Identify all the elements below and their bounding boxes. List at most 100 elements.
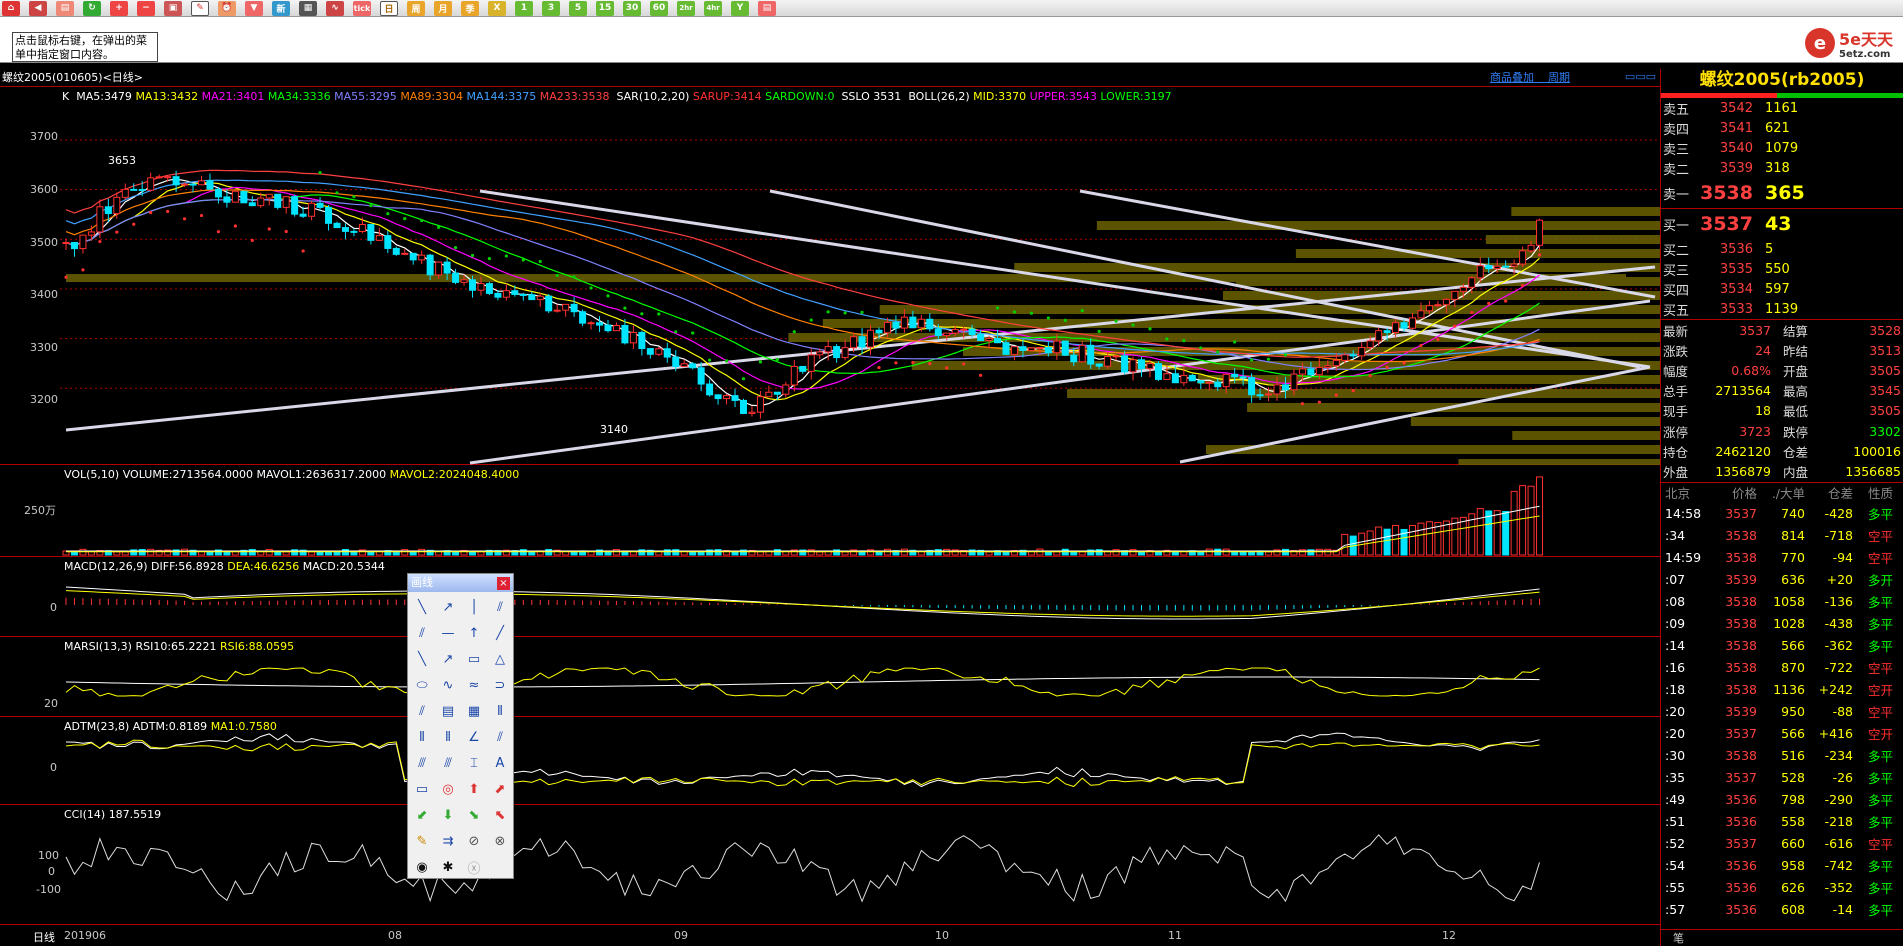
- settings-icon[interactable]: ✱: [435, 854, 461, 880]
- month-icon[interactable]: 月: [434, 0, 452, 16]
- marsi-pane[interactable]: MARSI(13,3) RSI10:65.2221 RSI6:88.0595 2…: [0, 637, 1660, 717]
- fibonacci-fan-icon[interactable]: ⫽: [409, 698, 435, 724]
- sine-icon[interactable]: ∿: [435, 672, 461, 698]
- ask-row[interactable]: 卖一 3538 365: [1661, 178, 1903, 208]
- parallel-channel-icon[interactable]: ⫽: [409, 620, 435, 646]
- trade-row[interactable]: :08 3538 1058 -136 多平: [1661, 591, 1903, 613]
- target-icon[interactable]: ◎: [435, 776, 461, 802]
- time-zone-icon[interactable]: ⦀: [409, 724, 435, 750]
- ask-row[interactable]: 卖四 3541 621: [1661, 118, 1903, 138]
- price-chart[interactable]: [0, 87, 1660, 465]
- overlay-commodity-link[interactable]: 商品叠加: [1490, 71, 1534, 84]
- four-hour-icon[interactable]: 4hr: [704, 0, 722, 16]
- trade-row[interactable]: :35 3537 528 -26 多平: [1661, 767, 1903, 789]
- regression-icon[interactable]: ⌶: [461, 750, 487, 776]
- eye-icon[interactable]: ◉: [409, 854, 435, 880]
- draw-icon[interactable]: ✎: [191, 0, 209, 16]
- draw-tools-panel[interactable]: 画线 × ╲ ↗ │ ⫽ ⫽ — ↑ ╱ ╲ ↗ ▭ △ ⬭ ∿ ≈ ⊃ ⫽ ▤ ▦ ⦀ ⦀ ⦀ ∠ ⫽ ⫻ ⫻ ⌶ A ▭ ◎ ⬆ ⬈ ⬋ ⬇ ⬊…: [407, 573, 514, 879]
- period-label[interactable]: 日线: [33, 929, 55, 945]
- marsi-chart[interactable]: [0, 637, 1660, 717]
- text-icon[interactable]: A: [487, 750, 513, 776]
- chart-area[interactable]: K MA5:3479 MA13:3432 MA21:3401 MA34:3336…: [0, 86, 1660, 926]
- bid-row[interactable]: 买五 3533 1139: [1661, 299, 1903, 319]
- macd-pane[interactable]: MACD(12,26,9) DIFF:56.8928 DEA:46.6256 M…: [0, 557, 1660, 637]
- down-right-arrow-icon[interactable]: ⬊: [461, 802, 487, 828]
- two-hour-icon[interactable]: 2hr: [677, 0, 695, 16]
- five-min-icon[interactable]: 5: [569, 0, 587, 16]
- down-arrow-icon[interactable]: ⬇: [435, 802, 461, 828]
- tick-icon[interactable]: tick: [353, 0, 371, 16]
- trade-row[interactable]: :07 3539 636 +20 多开: [1661, 569, 1903, 591]
- trade-row[interactable]: :54 3536 958 -742 多平: [1661, 855, 1903, 877]
- calc-icon[interactable]: ▤: [758, 0, 776, 16]
- x-icon[interactable]: X: [488, 0, 506, 16]
- adtm-chart[interactable]: [0, 717, 1660, 805]
- one-min-icon[interactable]: 1: [515, 0, 533, 16]
- window-icon[interactable]: ▣: [164, 0, 182, 16]
- trade-row[interactable]: :30 3538 516 -234 多平: [1661, 745, 1903, 767]
- trade-row[interactable]: :49 3536 798 -290 多平: [1661, 789, 1903, 811]
- ray-icon[interactable]: ↗: [435, 594, 461, 620]
- day-icon[interactable]: 日: [380, 0, 398, 16]
- rectangle-icon[interactable]: ▭: [461, 646, 487, 672]
- trade-row[interactable]: :18 3538 1136 +242 空开: [1661, 679, 1903, 701]
- close-icon[interactable]: ×: [497, 577, 510, 590]
- arrow-line-icon[interactable]: ↗: [435, 646, 461, 672]
- percent-icon[interactable]: ⦀: [435, 724, 461, 750]
- fifteen-min-icon[interactable]: 15: [596, 0, 614, 16]
- wave-icon[interactable]: ≈: [461, 672, 487, 698]
- adtm-pane[interactable]: ADTM(23,8) ADTM:0.8189 MA1:0.7580 0: [0, 717, 1660, 805]
- diagonal-icon[interactable]: ╲: [409, 646, 435, 672]
- new-icon[interactable]: 新: [272, 0, 290, 16]
- macd-chart[interactable]: [0, 557, 1660, 637]
- price-label-icon[interactable]: ⇉: [435, 828, 461, 854]
- horizontal-line-icon[interactable]: —: [435, 620, 461, 646]
- thirty-min-icon[interactable]: 30: [623, 0, 641, 16]
- table-icon[interactable]: ▦: [299, 0, 317, 16]
- ask-row[interactable]: 卖二 3539 318: [1661, 158, 1903, 178]
- bid-row[interactable]: 买三 3535 550: [1661, 259, 1903, 279]
- alarm-icon[interactable]: ⏰: [218, 0, 236, 16]
- ask-row[interactable]: 卖三 3540 1079: [1661, 138, 1903, 158]
- highlighter-icon[interactable]: ✎: [409, 828, 435, 854]
- trade-row[interactable]: :57 3536 608 -14 多平: [1661, 899, 1903, 921]
- bid-row[interactable]: 买二 3536 5: [1661, 239, 1903, 259]
- vertical-ray-icon[interactable]: │: [461, 594, 487, 620]
- parallel-icon[interactable]: ⫽: [487, 594, 513, 620]
- volume-pane[interactable]: VOL(5,10) VOLUME:2713564.0000 MAVOL1:263…: [0, 465, 1660, 557]
- angle-icon[interactable]: ∠: [461, 724, 487, 750]
- trade-row[interactable]: :16 3538 870 -722 空平: [1661, 657, 1903, 679]
- filter-icon[interactable]: ▼: [245, 0, 263, 16]
- price-pane[interactable]: K MA5:3479 MA13:3432 MA21:3401 MA34:3336…: [0, 87, 1660, 465]
- andrew-icon[interactable]: ⫻: [435, 750, 461, 776]
- channel-icon[interactable]: ⫻: [409, 750, 435, 776]
- hide-icon[interactable]: ⊘: [461, 828, 487, 854]
- home-icon[interactable]: ⌂: [2, 0, 20, 16]
- back-icon[interactable]: ◀: [29, 0, 47, 16]
- delete-icon[interactable]: ⓧ: [461, 854, 487, 880]
- arc-icon[interactable]: ⊃: [487, 672, 513, 698]
- news-icon[interactable]: ▤: [56, 0, 74, 16]
- zoom-in-icon[interactable]: +: [110, 0, 128, 16]
- trade-row[interactable]: :52 3537 660 -616 空平: [1661, 833, 1903, 855]
- three-min-icon[interactable]: 3: [542, 0, 560, 16]
- fibonacci-icon[interactable]: ▤: [435, 698, 461, 724]
- trade-row[interactable]: :34 3538 814 -718 空平: [1661, 525, 1903, 547]
- line-segment-icon[interactable]: ╲: [409, 594, 435, 620]
- window-buttons[interactable]: ▭▭▭: [1625, 70, 1656, 83]
- trend-line-icon[interactable]: ╱: [487, 620, 513, 646]
- up-arrow-icon[interactable]: ⬆: [461, 776, 487, 802]
- zoom-out-icon[interactable]: −: [137, 0, 155, 16]
- bid-row[interactable]: 买一 3537 43: [1661, 209, 1903, 239]
- period-link[interactable]: 周期: [1548, 71, 1570, 84]
- show-icon[interactable]: ⊗: [487, 828, 513, 854]
- chart-icon[interactable]: ∿: [326, 0, 344, 16]
- cci-chart[interactable]: [0, 805, 1660, 925]
- vertical-line-icon[interactable]: ↑: [461, 620, 487, 646]
- trade-row[interactable]: :51 3536 558 -218 多平: [1661, 811, 1903, 833]
- trade-row[interactable]: :20 3537 566 +416 空开: [1661, 723, 1903, 745]
- gann-icon[interactable]: ▦: [461, 698, 487, 724]
- trade-row[interactable]: 14:58 3537 740 -428 多平: [1661, 503, 1903, 525]
- trade-row[interactable]: :09 3538 1028 -438 多平: [1661, 613, 1903, 635]
- refresh-icon[interactable]: ↻: [83, 0, 101, 16]
